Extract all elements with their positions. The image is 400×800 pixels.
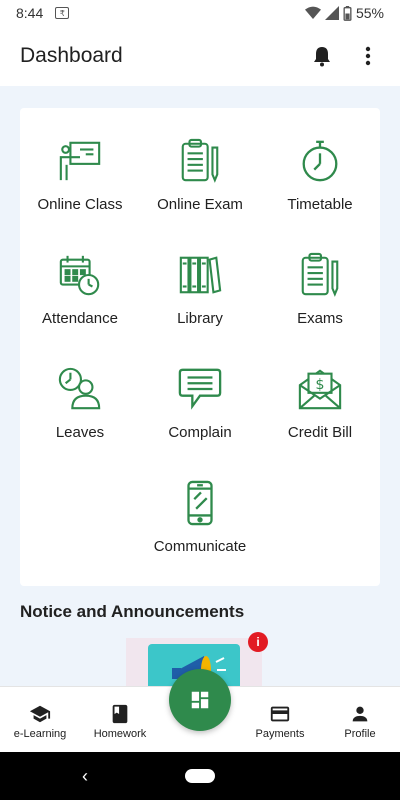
notice-badge: i [248,632,268,652]
tile-label: Credit Bill [287,424,353,441]
tile-online-class[interactable]: Online Class [20,130,140,230]
tile-timetable[interactable]: Timetable [260,130,380,230]
presentation-icon [59,141,101,181]
nav-label: Profile [344,728,376,740]
nav-label: Homework [93,728,147,740]
dashboard-grid-icon [191,691,209,709]
dashboard-card: Online Class Online Exam Timetable Atten… [20,108,380,586]
person-clock-icon [58,367,101,410]
money-envelope-icon: $ [298,369,342,410]
tile-label: Leaves [55,424,105,441]
tile-label: Attendance [42,310,118,327]
app-bar: Dashboard [0,26,400,86]
clipboard-pencil-icon [181,138,219,183]
status-icons: 55% [304,5,384,21]
tile-attendance[interactable]: Attendance [20,244,140,344]
nav-label: Payments [255,728,305,740]
stopwatch-icon [302,140,338,182]
dashboard-fab-button[interactable] [169,669,231,731]
battery-level: 55% [355,5,384,21]
tile-complain[interactable]: Complain [140,358,260,458]
tile-label: Library [177,310,223,327]
more-vert-icon[interactable] [356,44,380,68]
tile-label: Communicate [153,538,247,555]
tile-communicate[interactable]: Communicate [140,472,260,572]
nav-item-payments[interactable]: Payments [240,687,320,753]
tile-credit-bill[interactable]: $ Credit Bill [260,358,380,458]
system-nav-bar: ‹ [0,752,400,800]
calendar-clock-icon [59,255,100,296]
status-bar: 8:44 ₹ 55% [0,0,400,26]
tile-leaves[interactable]: Leaves [20,358,140,458]
rupee-icon: ₹ [55,7,70,19]
tile-label: Timetable [287,196,353,213]
tile-label: Online Class [37,196,123,213]
nav-label: e-Learning [13,728,67,740]
tile-label: Exams [297,310,343,327]
battery-icon [343,5,352,21]
status-time: 8:44 [16,5,44,21]
book-icon [112,704,128,724]
page-title: Dashboard [20,44,123,67]
back-button[interactable]: ‹ [82,766,88,787]
smartphone-icon [187,480,213,526]
nav-item-homework[interactable]: Homework [80,687,160,753]
svg-text:$: $ [315,377,324,393]
nav-item-profile[interactable]: Profile [320,687,400,753]
notices-title: Notice and Announcements [20,602,245,621]
tile-label: Online Exam [157,196,243,213]
graduation-cap-icon [29,705,51,723]
home-pill[interactable] [185,769,215,783]
content-area: Online Class Online Exam Timetable Atten… [0,86,400,686]
tile-library[interactable]: Library [140,244,260,344]
clipboard-pencil-icon [301,252,339,297]
bell-icon[interactable] [310,44,334,68]
tile-online-exam[interactable]: Online Exam [140,130,260,230]
nav-item-e-learning[interactable]: e-Learning [0,687,80,753]
wifi-icon [304,6,321,20]
person-icon [352,706,368,722]
tile-label: Complain [168,424,232,441]
signal-icon [324,6,339,20]
message-icon [178,368,222,410]
credit-card-icon [270,706,290,722]
tile-exams[interactable]: Exams [260,244,380,344]
books-icon [179,256,222,294]
